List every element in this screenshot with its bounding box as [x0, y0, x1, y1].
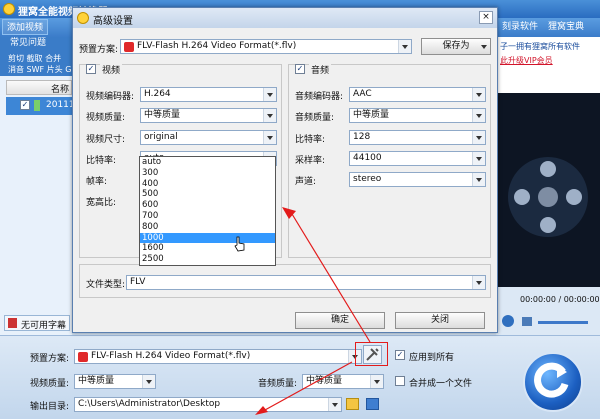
annotation-arrows	[255, 207, 371, 415]
